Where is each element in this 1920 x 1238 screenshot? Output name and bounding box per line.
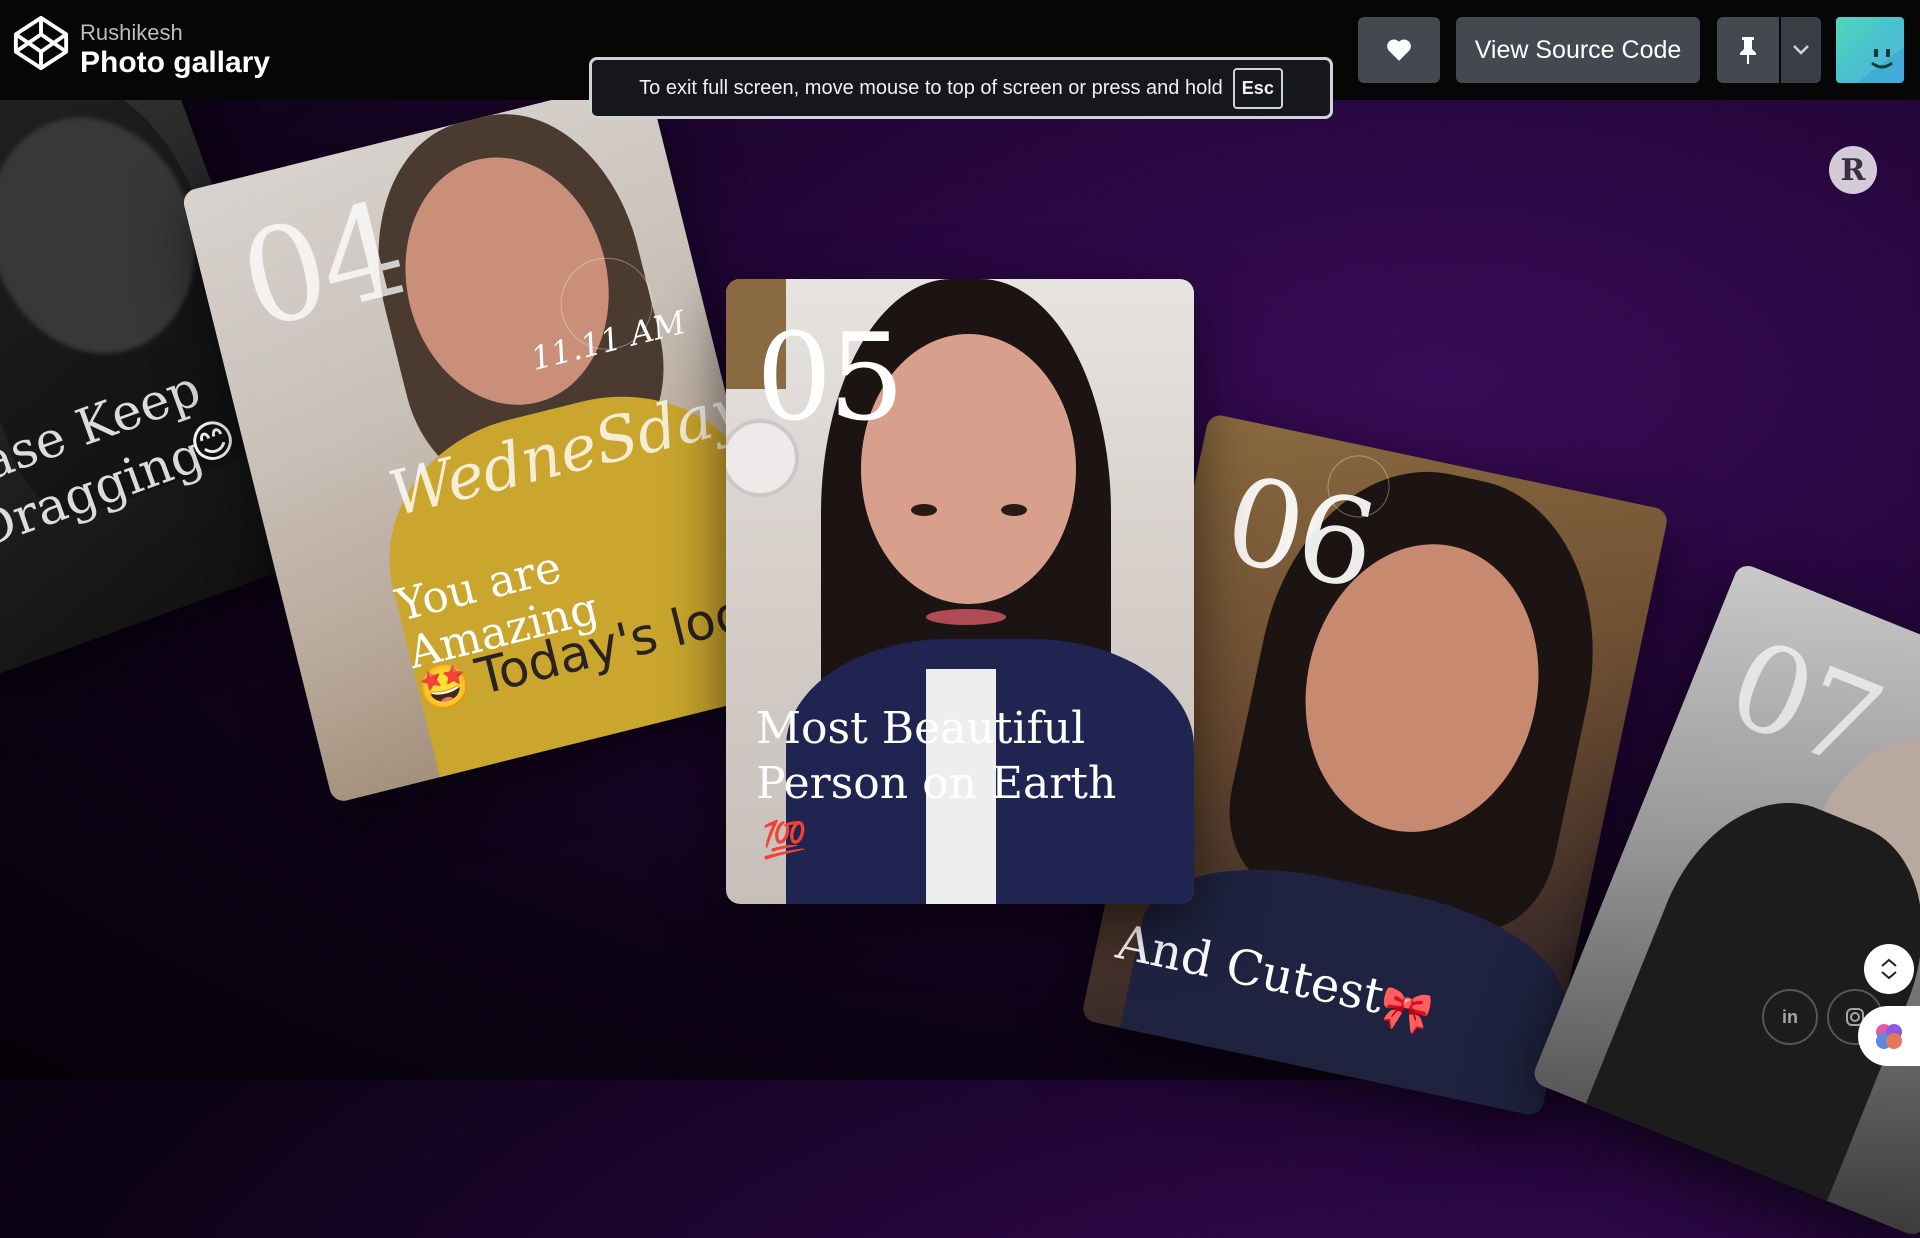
author-name[interactable]: Rushikesh xyxy=(80,20,183,46)
esc-key-badge: Esc xyxy=(1232,67,1283,109)
card-emoji: 💯 xyxy=(762,819,807,860)
pin-icon xyxy=(1740,37,1756,64)
recycle-icon xyxy=(1881,958,1897,980)
photo-lips xyxy=(926,609,1006,625)
profile-initial-badge[interactable]: R xyxy=(1829,146,1877,194)
fullscreen-exit-notice: To exit full screen, move mouse to top o… xyxy=(589,57,1333,119)
fullscreen-message: To exit full screen, move mouse to top o… xyxy=(639,76,1223,99)
photo-right-eye xyxy=(1001,504,1027,516)
codepen-logo-icon[interactable] xyxy=(12,14,70,72)
card-emoji: 🎀 xyxy=(1375,981,1437,1039)
smiley-avatar-icon xyxy=(1836,17,1904,83)
heart-icon xyxy=(1387,39,1411,61)
user-avatar[interactable] xyxy=(1836,17,1904,83)
shuffle-button[interactable] xyxy=(1864,944,1914,994)
photo-left-eye xyxy=(911,504,937,516)
more-options-button[interactable] xyxy=(1781,17,1821,83)
card-number: 05 xyxy=(756,309,905,448)
pin-button[interactable] xyxy=(1717,17,1779,83)
view-source-button[interactable]: View Source Code xyxy=(1456,17,1700,83)
chevron-down-icon xyxy=(1793,45,1809,55)
pen-title: Photo gallary xyxy=(80,46,271,79)
assistant-button[interactable] xyxy=(1858,1006,1920,1066)
linkedin-icon: in xyxy=(1782,1006,1798,1027)
brain-icon xyxy=(1876,1024,1902,1049)
gallery-card-05-active[interactable]: 05 Most Beautiful Person on Earth 💯 xyxy=(726,279,1194,904)
profile-initial: R xyxy=(1840,152,1866,188)
card-number: 04 xyxy=(226,172,417,359)
card-caption-line2: Person on Earth xyxy=(756,758,1117,809)
love-button[interactable] xyxy=(1358,17,1440,83)
card-caption-line1: Most Beautiful xyxy=(756,703,1086,754)
gallery-card-04[interactable]: 04 11.11 AM WedneSday You are Amazing 🤩 … xyxy=(180,76,800,804)
linkedin-button[interactable]: in xyxy=(1762,989,1818,1045)
